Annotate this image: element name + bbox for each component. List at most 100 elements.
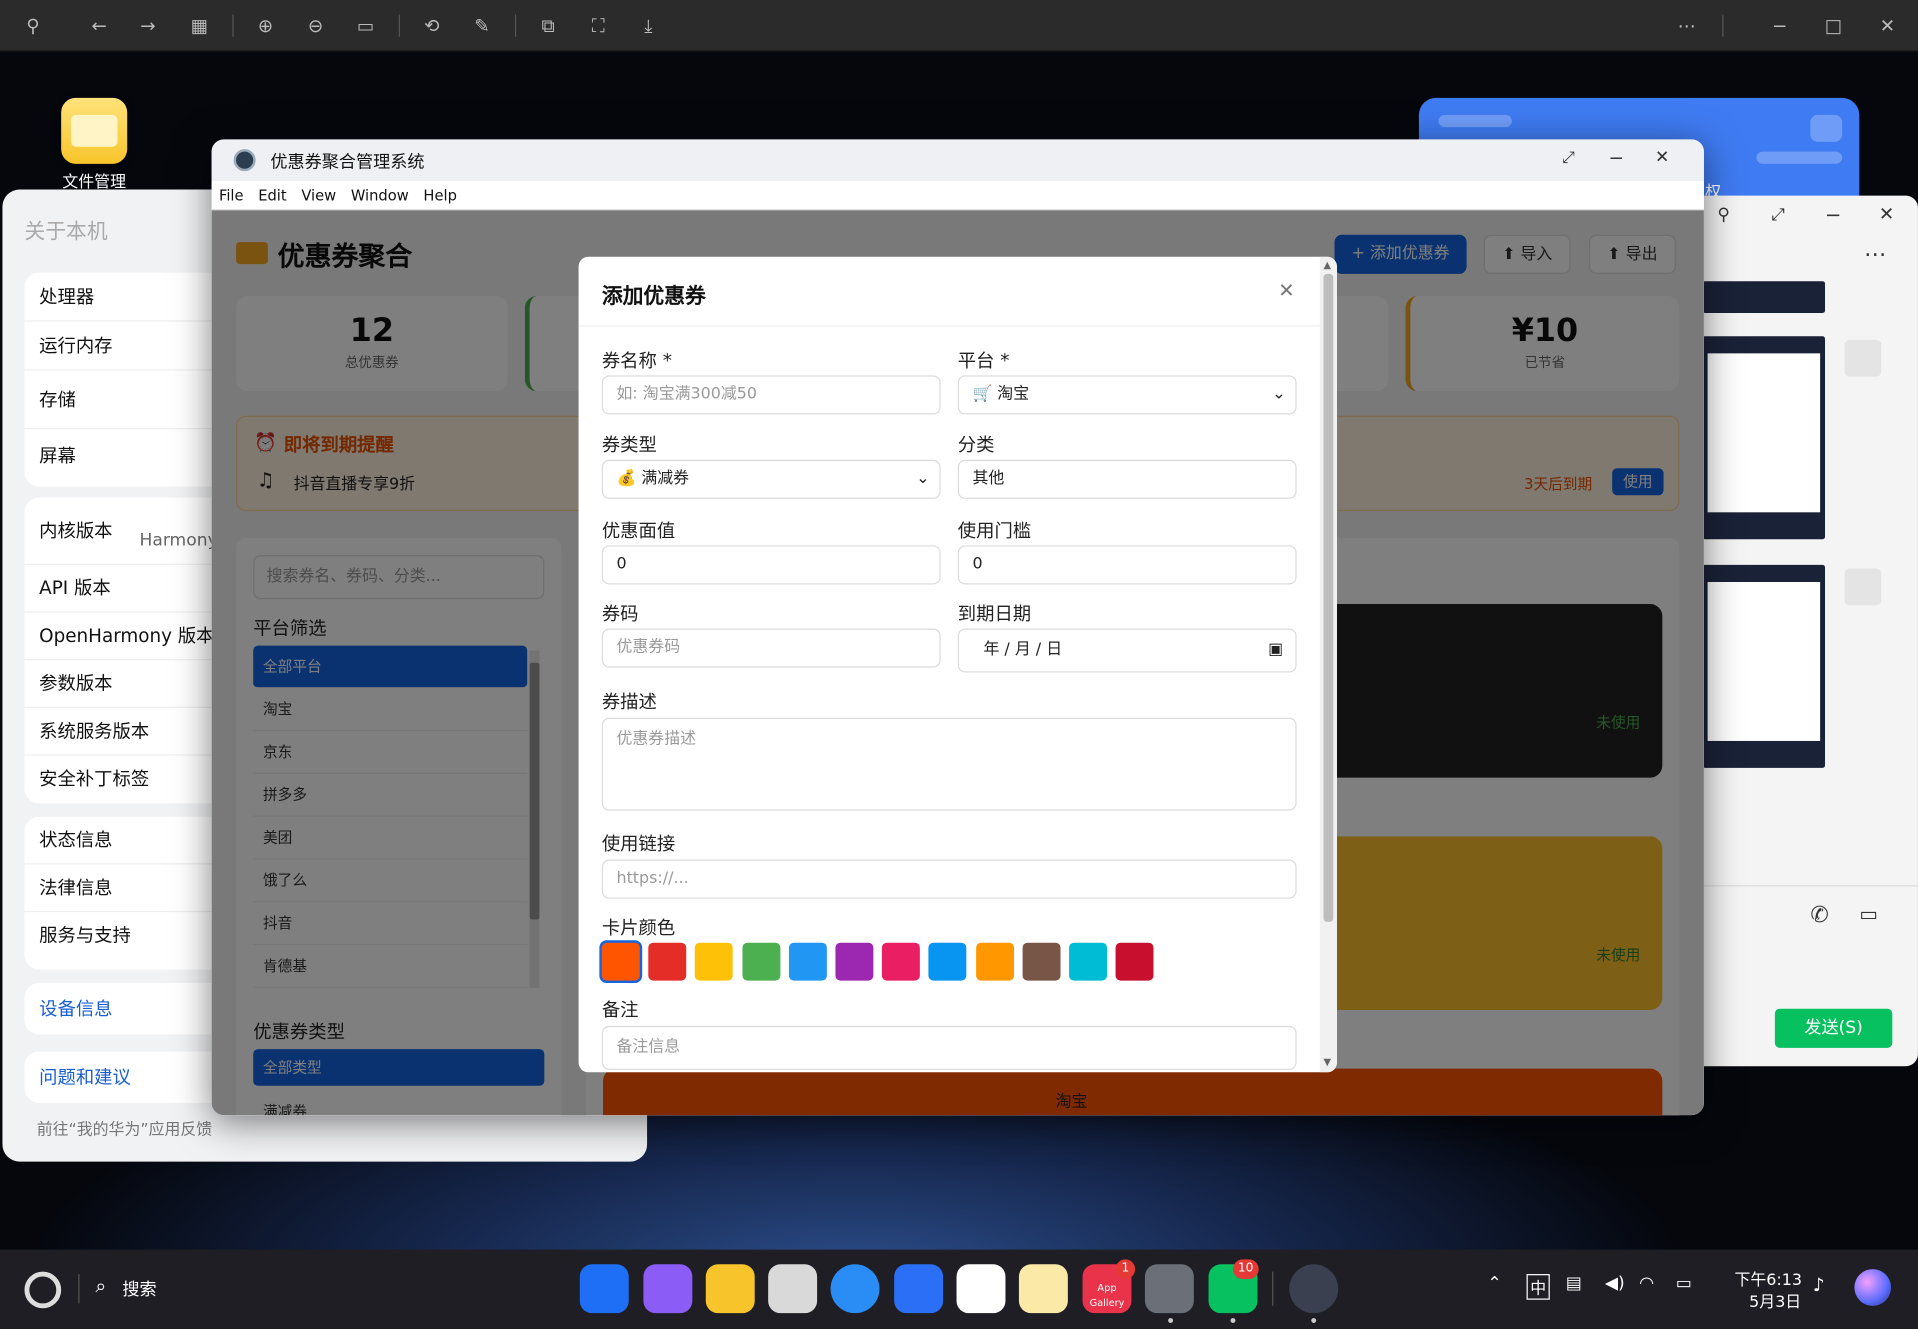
- threshold-label: 使用门槛: [957, 519, 1032, 542]
- color-swatch[interactable]: [928, 942, 967, 981]
- fit-icon[interactable]: ▭: [352, 12, 379, 39]
- app-logo-icon: [233, 149, 256, 172]
- toolbar-divider: [232, 14, 234, 37]
- color-swatch[interactable]: [1115, 942, 1154, 981]
- scroll-down-icon[interactable]: ▼: [1324, 1056, 1332, 1067]
- scrollbar-thumb[interactable]: [1323, 273, 1334, 922]
- bell-icon[interactable]: ♪: [1813, 1274, 1825, 1296]
- close-icon[interactable]: ✕: [1874, 12, 1901, 39]
- value-label: 优惠面值: [601, 519, 676, 542]
- forward-icon[interactable]: →: [135, 12, 162, 39]
- expand-icon[interactable]: ⤢: [1562, 149, 1575, 167]
- files-icon[interactable]: [705, 1264, 755, 1314]
- minimize-icon[interactable]: −: [1766, 12, 1793, 39]
- app-center-icon[interactable]: [579, 1264, 629, 1314]
- color-swatch[interactable]: [975, 942, 1014, 981]
- taskbar-search-label[interactable]: 搜索: [122, 1276, 156, 1300]
- expiry-date-input[interactable]: 年 / 月 / 日 ▣: [957, 628, 1297, 673]
- phone-icon[interactable]: ✆: [1810, 902, 1828, 928]
- settings-icon[interactable]: [1144, 1264, 1194, 1314]
- feedback-hint: 前往“我的华为”应用反馈: [36, 1121, 213, 1140]
- avatar[interactable]: [1844, 568, 1882, 606]
- send-button[interactable]: 发送(S): [1774, 1008, 1893, 1048]
- color-swatch[interactable]: [601, 942, 640, 981]
- value-input[interactable]: 0: [601, 545, 941, 585]
- threshold-input[interactable]: 0: [957, 545, 1297, 585]
- ime-indicator[interactable]: 中: [1526, 1274, 1550, 1300]
- menu-window[interactable]: Window: [351, 181, 409, 210]
- zoom-out-icon[interactable]: ⊖: [302, 12, 329, 39]
- pin-icon[interactable]: ⚲: [20, 12, 47, 39]
- type-select[interactable]: 💰 满减券 ⌄: [601, 459, 941, 499]
- volume-icon[interactable]: ◀): [1605, 1274, 1625, 1294]
- scroll-up-icon[interactable]: ▲: [1324, 259, 1332, 270]
- close-icon[interactable]: ✕: [1655, 148, 1669, 168]
- modal-scrollbar[interactable]: ▲ ▼: [1319, 256, 1337, 1073]
- pin-icon[interactable]: ⚲: [1717, 205, 1730, 225]
- clock-date[interactable]: 5月3日: [1749, 1289, 1801, 1312]
- color-swatch[interactable]: [882, 942, 921, 981]
- category-input[interactable]: 其他: [957, 459, 1297, 499]
- video-icon[interactable]: ▭: [1859, 902, 1878, 925]
- assistant-icon[interactable]: [1854, 1269, 1892, 1306]
- chevron-up-icon[interactable]: ⌃: [1487, 1274, 1501, 1294]
- notification-badge: 1: [1115, 1259, 1136, 1279]
- browser-icon[interactable]: [830, 1264, 880, 1314]
- notes-icon[interactable]: [1018, 1264, 1068, 1314]
- maximize-icon[interactable]: □: [1820, 12, 1847, 39]
- edit-icon[interactable]: ✎: [468, 12, 495, 39]
- clock-time[interactable]: 下午6:13: [1734, 1267, 1802, 1290]
- description-textarea[interactable]: 优惠券描述: [601, 717, 1297, 811]
- color-swatch[interactable]: [695, 942, 734, 981]
- close-icon[interactable]: ✕: [1278, 279, 1294, 302]
- color-label: 卡片颜色: [601, 917, 676, 940]
- zoom-in-icon[interactable]: ⊕: [252, 12, 279, 39]
- name-label: 券名称 *: [601, 349, 672, 372]
- expand-icon[interactable]: ⤢: [1771, 205, 1785, 225]
- calendar-icon[interactable]: ▣: [1268, 630, 1283, 672]
- color-swatch[interactable]: [648, 942, 687, 981]
- wifi-icon[interactable]: ◠: [1639, 1274, 1654, 1294]
- electron-app-icon[interactable]: [1289, 1264, 1339, 1314]
- photos-icon[interactable]: [956, 1264, 1006, 1314]
- image-message[interactable]: [1702, 564, 1826, 768]
- search-icon[interactable]: ⌕: [95, 1274, 106, 1298]
- image-message[interactable]: [1702, 281, 1826, 314]
- color-swatch[interactable]: [835, 942, 874, 981]
- color-swatch[interactable]: [788, 942, 827, 981]
- more-icon[interactable]: ⋯: [1864, 242, 1886, 268]
- desktop-file-manager[interactable]: 文件管理: [54, 97, 135, 192]
- menu-file[interactable]: File: [219, 181, 244, 210]
- rotate-icon[interactable]: ⟲: [418, 12, 445, 39]
- note-input[interactable]: 备注信息: [601, 1025, 1297, 1070]
- battery-icon[interactable]: ▭: [1676, 1274, 1692, 1294]
- window-titlebar[interactable]: 优惠券聚合管理系统 ⤢ − ✕: [211, 139, 1704, 181]
- multitask-icon[interactable]: [643, 1264, 693, 1314]
- image-message[interactable]: [1702, 336, 1826, 540]
- download-icon[interactable]: ⤓: [635, 12, 662, 39]
- color-swatch[interactable]: [1022, 942, 1061, 981]
- type-label: 券类型: [601, 434, 657, 457]
- menu-help[interactable]: Help: [423, 181, 456, 210]
- menu-edit[interactable]: Edit: [258, 181, 286, 210]
- close-icon[interactable]: ✕: [1879, 203, 1894, 225]
- link-input[interactable]: https://...: [601, 859, 1297, 899]
- trash-icon[interactable]: [768, 1264, 818, 1314]
- scan-icon[interactable]: ⛶: [585, 12, 612, 39]
- clipboard-icon[interactable]: ▤: [1566, 1274, 1582, 1294]
- grid-icon[interactable]: ▦: [186, 12, 213, 39]
- color-swatch[interactable]: [741, 942, 780, 981]
- avatar[interactable]: [1844, 339, 1882, 377]
- minimize-icon[interactable]: −: [1825, 203, 1841, 226]
- platform-select[interactable]: 🛒 淘宝 ⌄: [957, 375, 1297, 415]
- back-icon[interactable]: ←: [86, 12, 113, 39]
- translate-icon[interactable]: ⧉: [535, 12, 562, 39]
- more-icon[interactable]: ⋯: [1673, 12, 1700, 39]
- menu-view[interactable]: View: [301, 181, 336, 210]
- minimize-icon[interactable]: −: [1609, 147, 1624, 169]
- color-swatch[interactable]: [1069, 942, 1107, 981]
- code-input[interactable]: 优惠券码: [601, 628, 941, 668]
- mail-icon[interactable]: [894, 1264, 944, 1314]
- start-icon[interactable]: [24, 1271, 62, 1309]
- coupon-name-input[interactable]: 如: 淘宝满300减50: [601, 375, 941, 415]
